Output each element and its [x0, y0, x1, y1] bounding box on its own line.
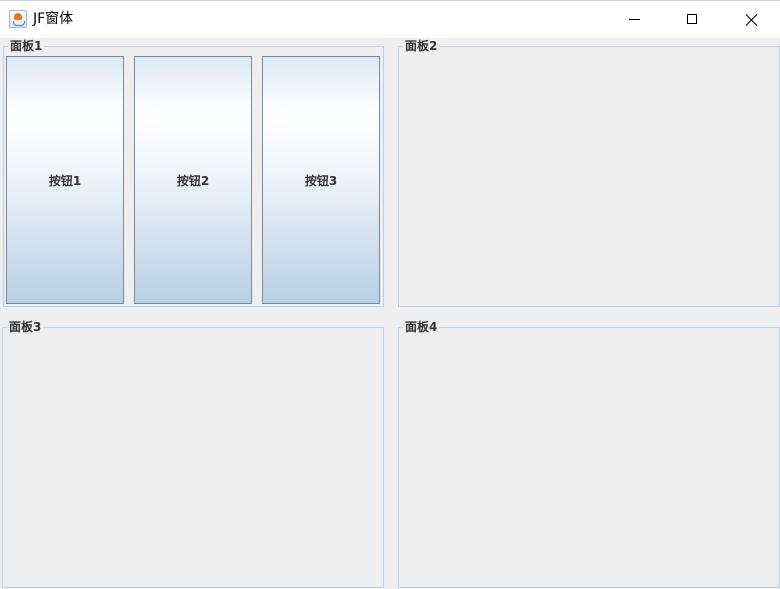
button-1[interactable]: 按钮1: [6, 56, 124, 304]
panel-4-title: 面板4: [403, 320, 440, 334]
maximize-button[interactable]: [670, 1, 716, 38]
close-button[interactable]: [729, 1, 775, 38]
java-cup-icon[interactable]: [9, 10, 27, 28]
maximize-icon: [687, 14, 697, 24]
window-title: JF窗体: [33, 11, 74, 27]
app-window: JF窗体 面板1 按钮1 按钮2 按钮3 面板2 面板3 面板4: [0, 0, 780, 589]
panel-1: 面板1 按钮1 按钮2 按钮3: [3, 39, 384, 307]
close-icon: [745, 13, 759, 27]
panel-2-title: 面板2: [403, 39, 440, 53]
panel-3: 面板3: [2, 320, 384, 588]
button-3[interactable]: 按钮3: [262, 56, 380, 304]
panel-3-title: 面板3: [7, 320, 44, 334]
panel-1-title: 面板1: [8, 39, 45, 53]
panel-2: 面板2: [398, 39, 780, 307]
button-2[interactable]: 按钮2: [134, 56, 252, 304]
panel-4: 面板4: [398, 320, 780, 588]
minimize-button[interactable]: [611, 1, 657, 38]
minimize-icon: [629, 19, 640, 20]
title-bar[interactable]: JF窗体: [0, 0, 780, 38]
